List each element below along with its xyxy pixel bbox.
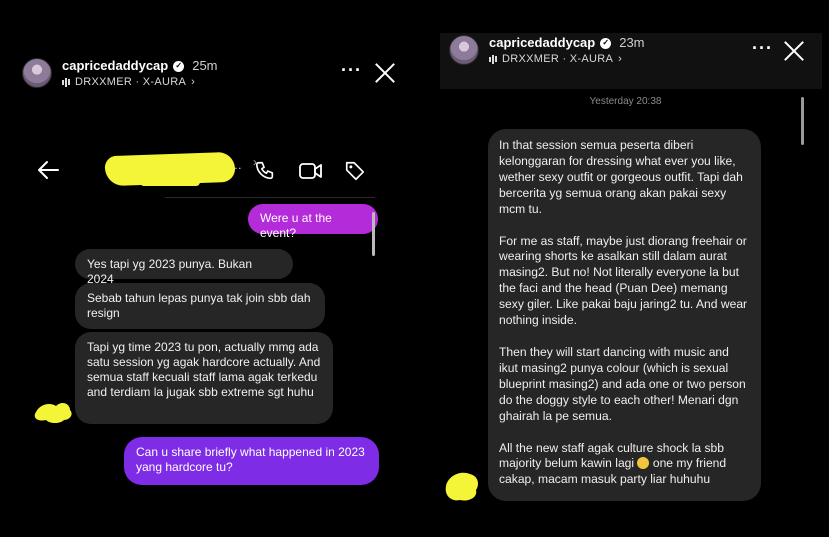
message-paragraph: Then they will start dancing with music … [499,344,746,423]
verified-badge-icon: ✓ [173,60,185,72]
avatar[interactable] [22,58,52,88]
right-story-panel: capricedaddycap ✓ 23m DRXXMER · X-AURA ›… [422,0,829,537]
username[interactable]: capricedaddycap [489,35,595,51]
audio-bars-icon [62,77,70,87]
story-header: capricedaddycap ✓ 23m DRXXMER · X-AURA › [449,35,645,65]
back-arrow-icon[interactable] [36,160,60,180]
date-separator: Yesterday 20:38 [589,96,662,107]
message-bubble-incoming[interactable]: Sebab tahun lepas punya tak join sbb dah… [75,283,325,329]
message-text: Can u share briefly what happened in 202… [136,445,365,474]
scrollbar[interactable] [372,212,375,256]
close-icon[interactable] [374,62,396,84]
tag-icon[interactable] [344,160,366,182]
music-label: DRXXMER · X-AURA [502,53,614,65]
name-ellipsis: … [230,158,242,172]
scrollbar[interactable] [801,97,804,145]
music-label: DRXXMER · X-AURA [75,76,187,88]
close-icon[interactable] [783,40,805,62]
phone-call-icon[interactable] [254,160,276,182]
redacted-avatar-scribble [445,472,478,501]
avatar[interactable] [449,35,479,65]
more-options-icon[interactable]: ··· [752,38,773,59]
message-bubble-outgoing[interactable]: Can u share briefly what happened in 202… [124,437,379,485]
post-time: 25m [192,58,218,73]
video-call-icon[interactable] [298,160,324,182]
username[interactable]: capricedaddycap [62,58,168,74]
redacted-subtitle-scribble [140,178,200,186]
message-paragraph: For me as staff, maybe just diorang free… [499,233,748,328]
message-text: Tapi yg time 2023 tu pon, actually mmg a… [87,340,321,399]
header-divider [165,197,375,198]
dm-header: … › [30,150,390,192]
message-text: Sebab tahun lepas punya tak join sbb dah… [87,291,311,320]
music-attribution[interactable]: DRXXMER · X-AURA › [62,76,218,88]
more-options-icon[interactable]: ··· [341,60,362,81]
grinning-sweat-emoji-icon [637,457,650,470]
message-bubble-outgoing[interactable]: Were u at the event? [248,204,378,240]
chevron-right-icon: › [191,76,196,88]
message-bubble-incoming[interactable]: In that session semua peserta diberi kel… [488,129,761,501]
chevron-right-icon: › [618,53,623,65]
message-text: Were u at the event? [260,211,332,240]
message-paragraph: All the new staff agak culture shock la … [499,441,751,489]
message-text: Yes tapi yg 2023 punya. Bukan 2024 [87,257,253,286]
message-paragraph: In that session semua peserta diberi kel… [499,138,743,216]
post-time: 23m [619,35,645,50]
music-attribution[interactable]: DRXXMER · X-AURA › [489,53,645,65]
audio-bars-icon [489,54,497,64]
message-bubble-incoming[interactable]: Tapi yg time 2023 tu pon, actually mmg a… [75,332,333,424]
message-bubble-incoming[interactable]: Yes tapi yg 2023 punya. Bukan 2024 [75,249,293,286]
left-story-panel: capricedaddycap ✓ 25m DRXXMER · X-AURA ›… [0,0,412,537]
redacted-avatar-scribble [34,403,72,423]
story-header: capricedaddycap ✓ 25m DRXXMER · X-AURA › [22,58,218,88]
verified-badge-icon: ✓ [600,37,612,49]
